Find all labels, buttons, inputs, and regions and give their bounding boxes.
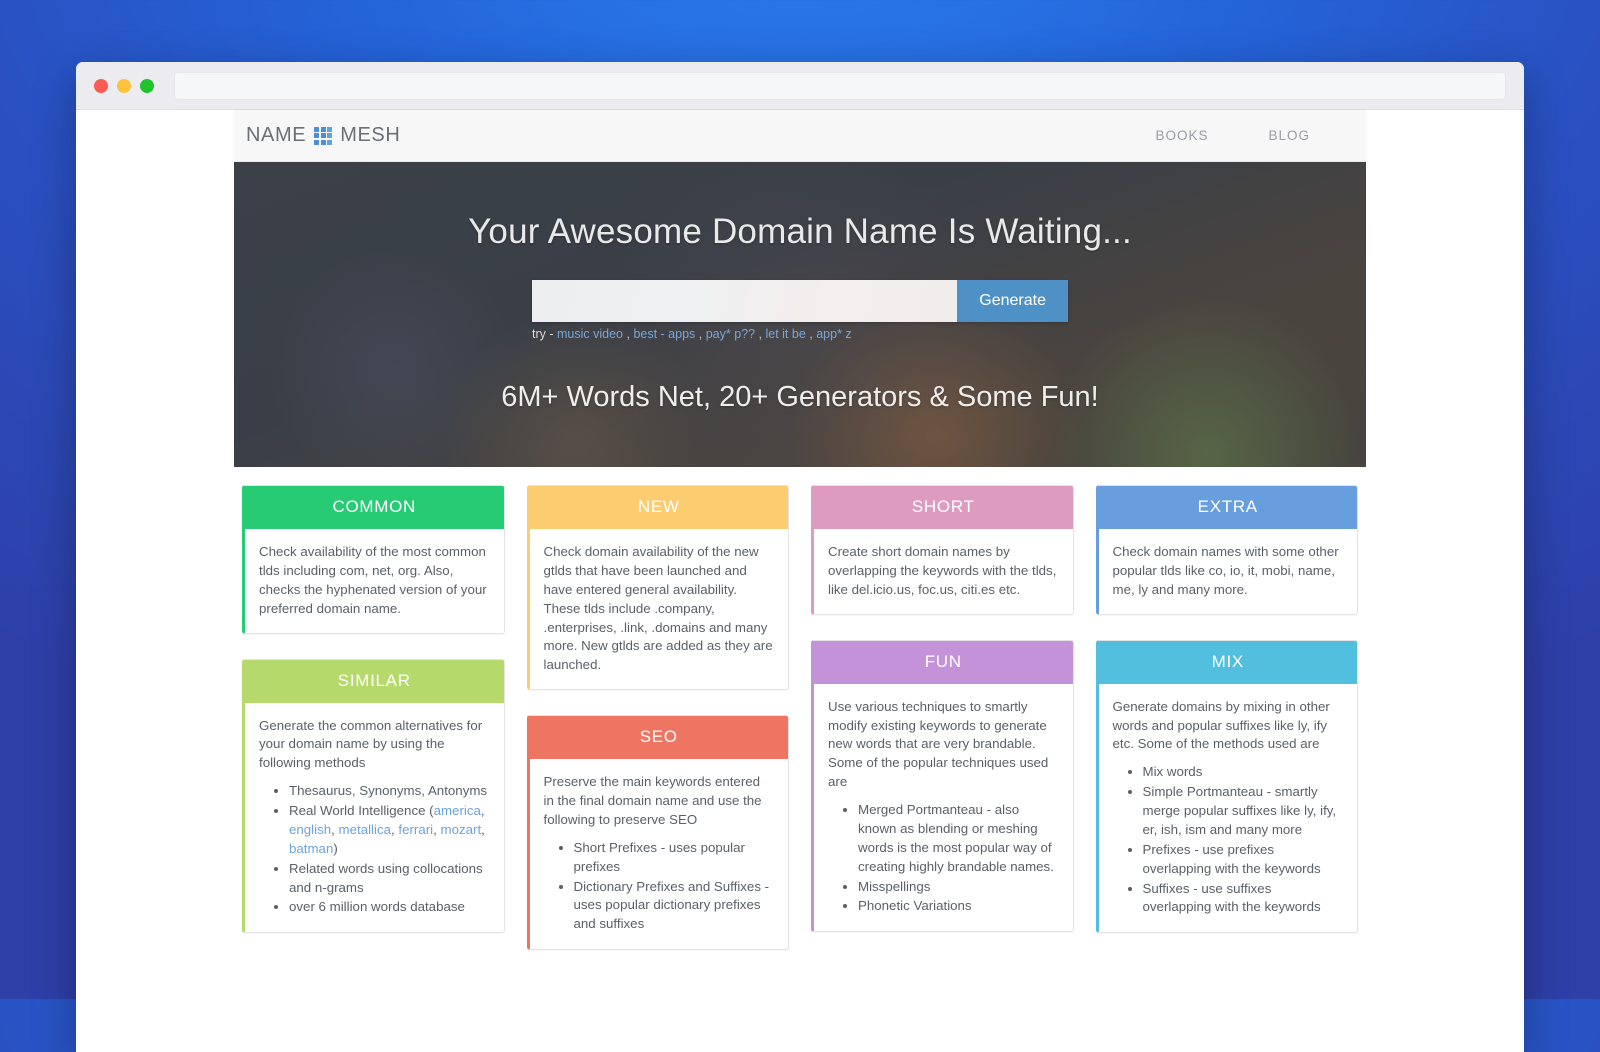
word-link-batman[interactable]: batman	[289, 841, 333, 856]
feature-card-title-mix: MIX	[1098, 640, 1357, 684]
generate-button[interactable]: Generate	[957, 280, 1068, 322]
feature-card-body-mix: Generate domains by mixing in other word…	[1099, 684, 1358, 933]
word-link-mozart[interactable]: mozart	[441, 822, 482, 837]
feature-card-body-new: Check domain availability of the new gtl…	[530, 529, 789, 689]
feature-card-description-mix: Generate domains by mixing in other word…	[1112, 698, 1330, 752]
page-content: NAME MESH BOOKS BLOG Your Awesome Domain…	[234, 110, 1366, 975]
feature-card-body-extra: Check domain names with some other popul…	[1099, 529, 1358, 614]
feature-card-title-extra: EXTRA	[1098, 486, 1357, 529]
list-item: Real World Intelligence (america, englis…	[289, 802, 490, 859]
close-window-button[interactable]	[94, 78, 108, 93]
page-viewport: NAME MESH BOOKS BLOG Your Awesome Domain…	[76, 110, 1524, 1052]
feature-card-title-seo: SEO	[529, 716, 788, 760]
word-link-america[interactable]: america	[434, 803, 481, 818]
try-link-let-it-be[interactable]: let it be	[765, 327, 805, 341]
list-item: Prefixes - use prefixes overlapping with…	[1143, 841, 1344, 879]
word-link-ferrari[interactable]: ferrari	[398, 822, 433, 837]
window-controls	[90, 78, 154, 93]
feature-card-title-common: COMMON	[245, 486, 504, 529]
browser-title-bar	[76, 62, 1524, 110]
feature-card-body-short: Create short domain names by overlapping…	[814, 529, 1073, 614]
try-link-app-z[interactable]: app* z	[816, 327, 851, 341]
feature-card-similar[interactable]: SIMILAR Generate the common alternatives …	[242, 658, 505, 934]
list-item: Simple Portmanteau - smartly merge popul…	[1143, 783, 1344, 840]
feature-card-description-short: Create short domain names by overlapping…	[828, 544, 1057, 597]
url-input[interactable]	[174, 71, 1506, 100]
feature-card-short[interactable]: SHORT Create short domain names by overla…	[811, 485, 1074, 615]
list-item: Dictionary Prefixes and Suffixes - uses …	[574, 878, 775, 935]
feature-card-fun[interactable]: FUN Use various techniques to smartly mod…	[811, 639, 1074, 933]
try-label: try -	[532, 327, 554, 341]
hero-section: Your Awesome Domain Name Is Waiting... G…	[234, 162, 1366, 467]
try-link-pay-p[interactable]: pay* p??	[706, 327, 755, 341]
hero-title: Your Awesome Domain Name Is Waiting...	[468, 212, 1132, 251]
list-item: over 6 million words database	[289, 898, 490, 917]
feature-card-description-seo: Preserve the main keywords entered in th…	[543, 774, 762, 827]
feature-card-list-seo: Short Prefixes - uses popular prefixesDi…	[544, 839, 775, 934]
feature-card-title-new: NEW	[529, 486, 788, 529]
word-link-english[interactable]: english	[289, 822, 331, 837]
list-item: Misspellings	[858, 878, 1059, 897]
feature-card-list-similar: Thesaurus, Synonyms, AntonymsReal World …	[259, 782, 490, 917]
feature-cards-grid: COMMON Check availability of the most com…	[234, 467, 1366, 975]
feature-card-body-seo: Preserve the main keywords entered in th…	[530, 759, 789, 949]
domain-search-form: Generate	[532, 280, 1068, 322]
logo-text-name: NAME	[246, 124, 307, 146]
try-examples: try - music video , best - apps , pay* p…	[532, 327, 852, 341]
grid-icon	[314, 126, 333, 145]
feature-card-new[interactable]: NEW Check domain availability of the new …	[526, 485, 789, 691]
try-link-best-apps[interactable]: best - apps	[633, 327, 695, 341]
logo-text-mesh: MESH	[340, 124, 401, 146]
nav-link-books[interactable]: BOOKS	[1155, 128, 1208, 143]
nav-link-blog[interactable]: BLOG	[1268, 128, 1310, 143]
feature-card-list-mix: Mix wordsSimple Portmanteau - smartly me…	[1113, 763, 1344, 917]
feature-card-list-fun: Merged Portmanteau - also known as blend…	[828, 801, 1059, 916]
site-navbar: NAME MESH BOOKS BLOG	[234, 110, 1366, 162]
maximize-window-button[interactable]	[140, 78, 154, 93]
list-item: Phonetic Variations	[858, 897, 1059, 916]
list-item: Thesaurus, Synonyms, Antonyms	[289, 782, 490, 801]
feature-card-title-similar: SIMILAR	[245, 659, 504, 703]
feature-card-description-common: Check availability of the most common tl…	[259, 544, 487, 616]
domain-search-input[interactable]	[532, 280, 958, 322]
feature-card-title-fun: FUN	[814, 640, 1073, 684]
feature-card-description-fun: Use various techniques to smartly modify…	[828, 698, 1049, 790]
list-item: Suffixes - use suffixes overlapping with…	[1143, 880, 1344, 918]
feature-card-seo[interactable]: SEO Preserve the main keywords entered in…	[526, 715, 789, 951]
feature-card-extra[interactable]: EXTRA Check domain names with some other …	[1095, 485, 1358, 615]
feature-card-body-common: Check availability of the most common tl…	[245, 529, 504, 633]
list-item: Mix words	[1143, 763, 1344, 782]
list-item: Related words using collocations and n-g…	[289, 860, 490, 898]
word-link-metallica[interactable]: metallica	[339, 822, 391, 837]
nav-links: BOOKS BLOG	[1155, 128, 1352, 143]
try-link-music-video[interactable]: music video	[557, 327, 623, 341]
feature-card-description-extra: Check domain names with some other popul…	[1112, 544, 1339, 597]
feature-card-common[interactable]: COMMON Check availability of the most com…	[242, 485, 505, 634]
list-item: Short Prefixes - uses popular prefixes	[574, 839, 775, 877]
feature-card-description-similar: Generate the common alternatives for you…	[259, 717, 483, 771]
list-item: Merged Portmanteau - also known as blend…	[858, 801, 1059, 877]
feature-card-mix[interactable]: MIX Generate domains by mixing in other w…	[1095, 639, 1358, 934]
feature-card-body-fun: Use various techniques to smartly modify…	[814, 684, 1073, 932]
feature-card-description-new: Check domain availability of the new gtl…	[543, 544, 773, 673]
minimize-window-button[interactable]	[117, 78, 131, 93]
browser-window: NAME MESH BOOKS BLOG Your Awesome Domain…	[76, 62, 1524, 1052]
site-logo[interactable]: NAME MESH	[246, 124, 400, 147]
feature-card-body-similar: Generate the common alternatives for you…	[245, 703, 504, 933]
hero-subtitle: 6M+ Words Net, 20+ Generators & Some Fun…	[501, 381, 1099, 413]
feature-card-title-short: SHORT	[814, 486, 1073, 529]
